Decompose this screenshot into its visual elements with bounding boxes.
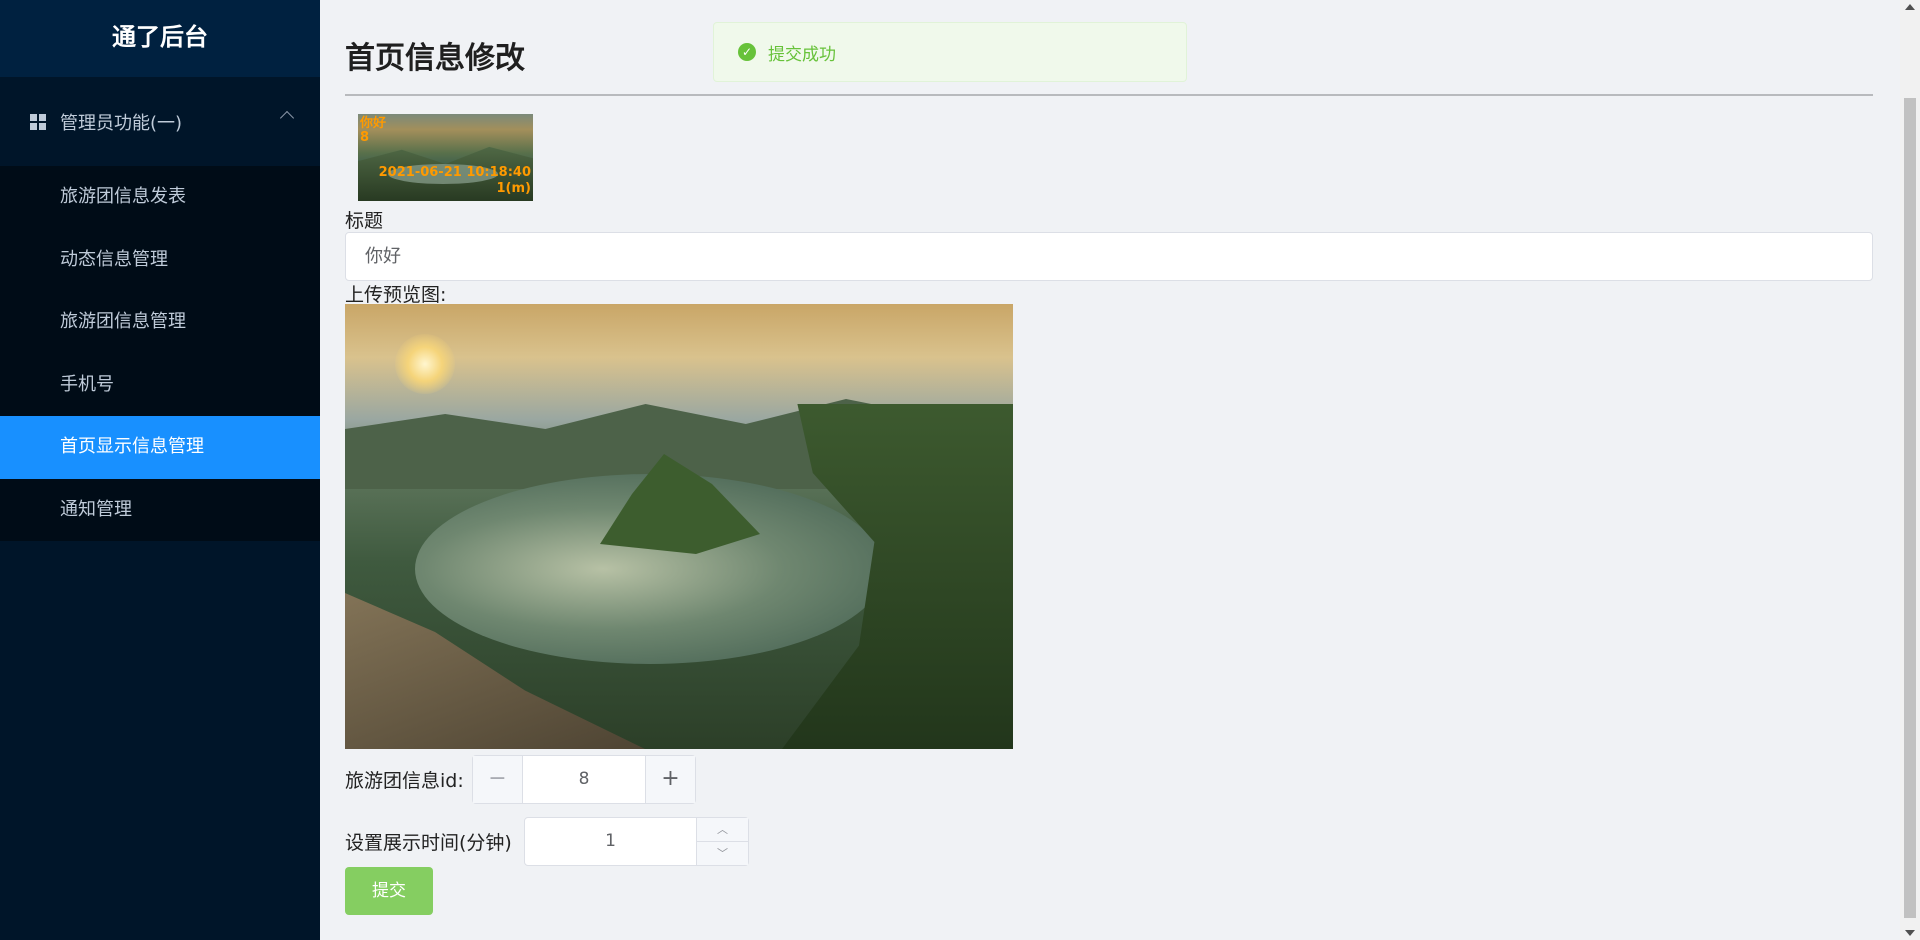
tour-id-label: 旅游团信息id: [345, 770, 464, 792]
duration-label: 设置展示时间(分钟) [345, 832, 512, 854]
grid-icon [30, 113, 46, 130]
submenu-label: 管理员功能(一) [60, 112, 183, 134]
thumbnail-card[interactable]: 你好 8 2021-06-21 10:18:40 1(m) [358, 114, 533, 201]
check-circle-icon: ✓ [738, 43, 756, 61]
spinner-arrows: ︿ ﹀ [696, 818, 748, 865]
sidebar-item-tour-publish[interactable]: 旅游团信息发表 [0, 166, 320, 229]
title-input[interactable]: 你好 [345, 232, 1873, 281]
decrement-button[interactable]: − [473, 756, 523, 803]
thumbnail-datetime: 2021-06-21 10:18:40 [378, 165, 531, 180]
preview-sun [395, 334, 455, 394]
duration-spinner: 1 ︿ ﹀ [524, 817, 749, 866]
title-label: 标题 [345, 210, 384, 232]
thumbnail-id: 8 [360, 130, 370, 145]
brand-title: 通了后台 [0, 0, 320, 77]
tour-id-stepper: − 8 + [472, 755, 696, 804]
submenu-admin-functions[interactable]: 管理员功能(一) [0, 77, 320, 166]
sidebar-item-home-display[interactable]: 首页显示信息管理 [0, 416, 320, 479]
chevron-up-icon [279, 110, 295, 126]
sidebar-item-news-manage[interactable]: 动态信息管理 [0, 229, 320, 292]
main-content: 首页信息修改 ✓ 提交成功 你好 8 2021-06-21 10:18:40 1… [320, 0, 1900, 940]
toast-text: 提交成功 [768, 44, 836, 65]
submit-button[interactable]: 提交 [345, 867, 433, 915]
scrollbar-thumb[interactable] [1904, 98, 1916, 918]
chevron-down-icon[interactable]: ﹀ [697, 842, 748, 865]
sidebar: 通了后台 管理员功能(一) 旅游团信息发表 动态信息管理 旅游团信息管理 手机号… [0, 0, 320, 940]
scroll-down-arrow-icon[interactable] [1905, 930, 1915, 936]
chevron-up-icon[interactable]: ︿ [697, 818, 748, 842]
sidebar-menu: 旅游团信息发表 动态信息管理 旅游团信息管理 手机号 首页显示信息管理 通知管理 [0, 166, 320, 541]
scroll-up-arrow-icon[interactable] [1905, 4, 1915, 10]
increment-button[interactable]: + [645, 756, 695, 803]
divider [345, 94, 1873, 96]
thumbnail-title: 你好 [360, 116, 387, 131]
sidebar-item-tour-manage[interactable]: 旅游团信息管理 [0, 291, 320, 354]
sidebar-item-phone[interactable]: 手机号 [0, 354, 320, 417]
scrollbar[interactable] [1900, 0, 1920, 940]
preview-label: 上传预览图: [345, 284, 447, 306]
preview-image [345, 304, 1013, 749]
sidebar-item-notice[interactable]: 通知管理 [0, 479, 320, 542]
thumbnail-duration: 1(m) [496, 181, 531, 196]
duration-input[interactable]: 1 [525, 818, 696, 865]
tour-id-input[interactable]: 8 [523, 756, 645, 803]
page-title: 首页信息修改 [345, 41, 525, 76]
success-toast: ✓ 提交成功 [713, 22, 1187, 82]
